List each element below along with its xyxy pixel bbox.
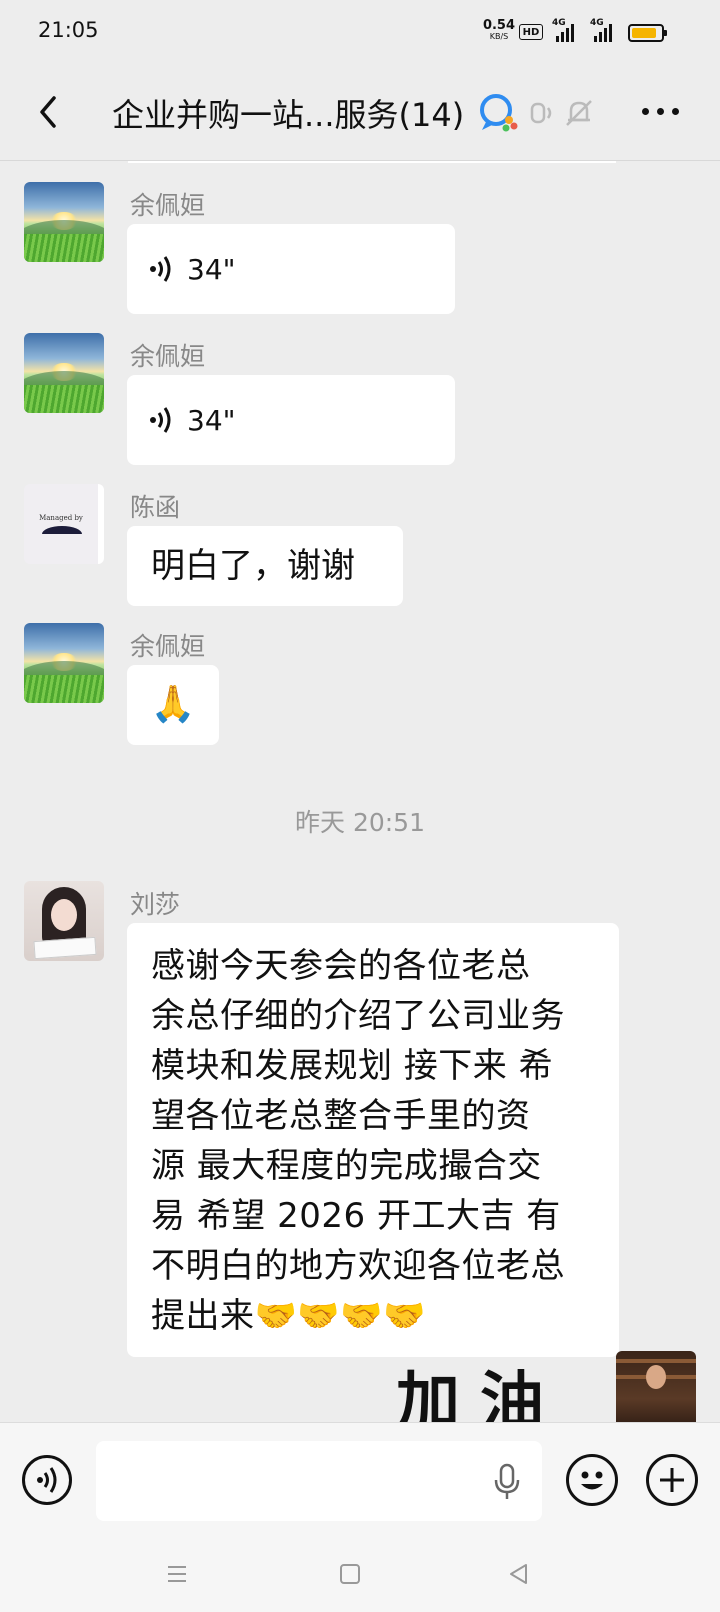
timestamp: 昨天 20:51: [295, 808, 425, 837]
network-speed-value: 0.54: [482, 18, 516, 33]
message-line: 感谢今天参会的各位老总: [151, 946, 531, 986]
hd-badge: HD: [519, 24, 543, 40]
message-line: 提出来🤝🤝🤝🤝: [151, 1296, 426, 1336]
signal-icon: 4G: [552, 18, 580, 42]
voice-message-bubble[interactable]: 34": [127, 375, 455, 465]
avatar[interactable]: [24, 182, 104, 262]
voice-wave-icon: [150, 256, 171, 282]
message-line: 余总仔细的介绍了公司业务: [151, 996, 565, 1036]
voice-mute-icon[interactable]: [526, 96, 560, 130]
network-speed: 0.54 KB/S: [482, 18, 516, 42]
more-icon[interactable]: [642, 108, 679, 115]
partial-image-text: 加油: [396, 1365, 564, 1423]
emoji-message-bubble[interactable]: 🙏: [127, 665, 219, 745]
signal-icon-2: 4G: [590, 18, 618, 42]
message-line: 不明白的地方欢迎各位老总: [151, 1246, 565, 1286]
avatar[interactable]: Managed by: [24, 484, 104, 564]
status-bar: 21:05 0.54 KB/S HD 4G 4G: [0, 0, 720, 64]
sender-name: 余佩姮: [130, 632, 206, 661]
chat-message-list[interactable]: 余佩姮 34" 余佩姮 34" Managed by 陈函 明白了，谢谢 余佩姮…: [0, 161, 720, 1423]
avatar[interactable]: [24, 333, 104, 413]
message-input[interactable]: [96, 1441, 542, 1521]
message-line: 易 希望 2026 开工大吉 有: [151, 1196, 561, 1236]
home-icon[interactable]: [337, 1562, 363, 1586]
avatar-label: Managed by: [39, 514, 83, 522]
system-nav-bar: [0, 1538, 720, 1612]
message-line: 望各位老总整合手里的资: [151, 1096, 531, 1136]
back-triangle-icon[interactable]: [506, 1562, 532, 1586]
message-line: 源 最大程度的完成撮合交: [151, 1146, 542, 1186]
message-item: 刘莎 感谢今天参会的各位老总 余总仔细的介绍了公司业务 模块和发展规划 接下来 …: [0, 881, 720, 1357]
sender-name: 余佩姮: [130, 342, 206, 371]
message-item: 余佩姮 34": [0, 182, 720, 314]
emoji-text: 🙏: [150, 684, 196, 725]
message-item: 余佩姮 🙏: [0, 623, 720, 745]
voice-wave-icon: [150, 407, 171, 433]
battery-fill: [632, 28, 656, 38]
sender-name: 刘莎: [130, 890, 181, 919]
voice-duration: 34": [187, 252, 236, 286]
avatar[interactable]: [24, 881, 104, 961]
plus-icon[interactable]: [646, 1454, 698, 1506]
input-bar: [0, 1422, 720, 1539]
chat-header: 企业并购一站...服务(14): [0, 64, 720, 161]
text-message-bubble[interactable]: 明白了，谢谢: [127, 526, 403, 606]
microphone-icon[interactable]: [492, 1463, 522, 1501]
voice-duration: 34": [187, 403, 236, 437]
sender-name: 余佩姮: [130, 191, 206, 220]
message-item: Managed by 陈函 明白了，谢谢: [0, 484, 720, 606]
previous-bubble-edge: [128, 161, 616, 163]
message-item: 余佩姮 34": [0, 333, 720, 465]
menu-icon[interactable]: [164, 1562, 190, 1586]
voice-mode-icon[interactable]: [22, 1455, 72, 1505]
sender-name: 陈函: [130, 493, 181, 522]
back-icon[interactable]: [30, 88, 70, 136]
text-message-bubble[interactable]: 感谢今天参会的各位老总 余总仔细的介绍了公司业务 模块和发展规划 接下来 希 望…: [127, 923, 619, 1357]
message-line: 模块和发展规划 接下来 希: [151, 1046, 554, 1086]
avatar[interactable]: [616, 1351, 696, 1423]
chat-title[interactable]: 企业并购一站...服务(14): [112, 90, 464, 136]
message-text: 感谢今天参会的各位老总 余总仔细的介绍了公司业务 模块和发展规划 接下来 希 望…: [127, 923, 619, 1357]
voice-message-bubble[interactable]: 34": [127, 224, 455, 314]
bell-off-icon[interactable]: [562, 96, 596, 130]
status-time: 21:05: [38, 18, 99, 42]
wecom-icon[interactable]: [476, 90, 522, 136]
emoji-icon[interactable]: [566, 1454, 618, 1506]
avatar[interactable]: [24, 623, 104, 703]
battery-icon: [628, 24, 667, 42]
message-text: 明白了，谢谢: [151, 546, 355, 586]
